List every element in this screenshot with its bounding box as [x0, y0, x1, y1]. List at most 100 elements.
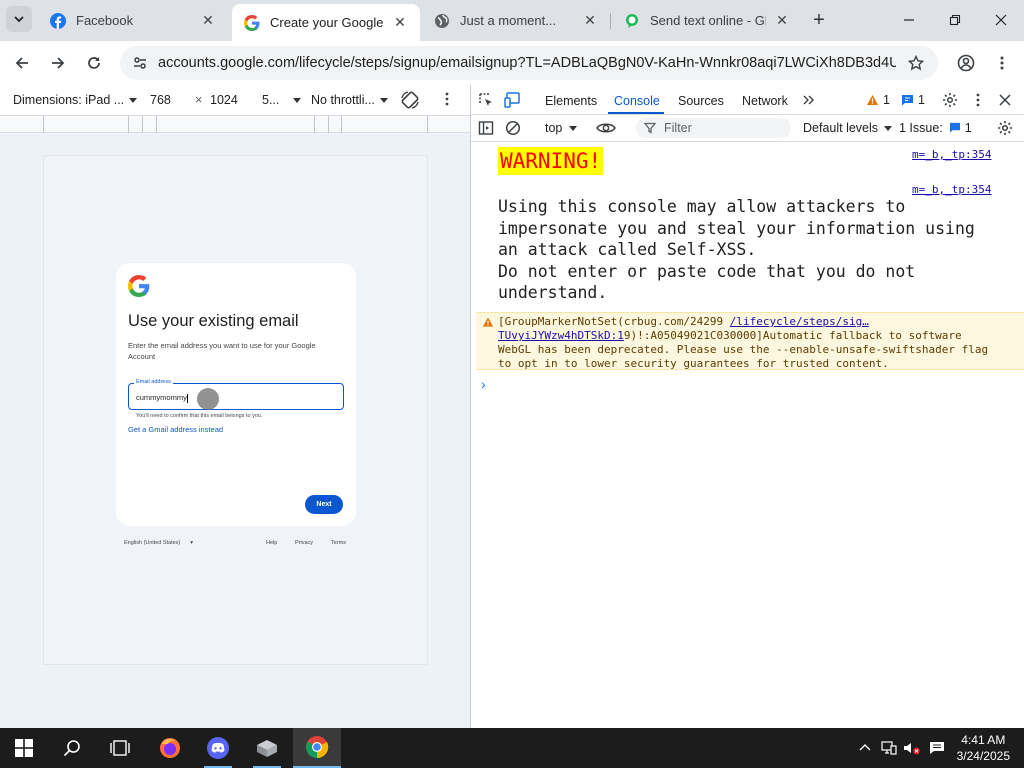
volume-muted-icon: [904, 743, 920, 755]
forward-button[interactable]: [44, 49, 72, 77]
device-width-input[interactable]: 768: [150, 93, 171, 107]
context-label: top: [545, 121, 563, 135]
close-window-button[interactable]: [986, 8, 1016, 32]
profile-button[interactable]: [952, 49, 980, 77]
self-xss-message-line: Do not enter or paste code that you do n…: [498, 261, 916, 303]
devtools-more-vert-icon[interactable]: [969, 91, 987, 109]
tab-facebook[interactable]: Facebook ✕: [38, 4, 228, 37]
issues-button[interactable]: 1 Issue: 1: [899, 121, 972, 135]
live-expression-eye-icon[interactable]: [595, 119, 617, 137]
close-icon[interactable]: ✕: [774, 12, 790, 29]
taskbar-chrome[interactable]: [293, 728, 341, 768]
task-view-button[interactable]: [96, 728, 144, 768]
show-hidden-icons-button[interactable]: [856, 740, 874, 756]
close-icon[interactable]: ✕: [582, 12, 598, 29]
taskbar-search-button[interactable]: [48, 728, 96, 768]
devtools-settings-gear-icon[interactable]: [941, 91, 959, 109]
rotate-button[interactable]: [400, 90, 420, 113]
close-icon: [995, 14, 1007, 26]
touch-cursor-indicator: [197, 388, 219, 410]
network-tray-button[interactable]: [880, 740, 898, 756]
console-prompt-chevron-icon[interactable]: ›: [481, 376, 486, 392]
active-tab-indicator: [608, 112, 664, 114]
tab-console[interactable]: Console: [614, 94, 660, 108]
taskbar-firefox[interactable]: [146, 728, 194, 768]
close-icon[interactable]: ✕: [200, 12, 216, 29]
devtools-panel: Elements Console Sources Network 1 1 top…: [471, 85, 1024, 728]
text-caret: [186, 393, 188, 403]
media-query-ruler: [0, 116, 470, 133]
tab-network[interactable]: Network: [742, 94, 788, 108]
caret-down-icon: ▾: [190, 540, 194, 546]
email-field-label: Email address: [134, 379, 173, 385]
minimize-button[interactable]: [894, 8, 924, 32]
device-toolbar-more-button[interactable]: [440, 92, 454, 109]
terms-link[interactable]: Terms: [331, 540, 346, 546]
gmail-address-link[interactable]: Get a Gmail address instead: [128, 425, 223, 434]
ruler-tick: [427, 116, 428, 133]
restore-button[interactable]: [940, 8, 970, 32]
sidebar-toggle-icon[interactable]: [477, 119, 495, 137]
browser-toolbar: accounts.google.com/lifecycle/steps/sign…: [0, 41, 1024, 85]
messages-counter[interactable]: 1: [898, 91, 928, 109]
start-button[interactable]: [0, 728, 48, 768]
privacy-link[interactable]: Privacy: [295, 540, 313, 546]
console-warning-row[interactable]: [GroupMarkerNotSet(crbug.com/24299 /life…: [476, 312, 1024, 370]
address-bar[interactable]: accounts.google.com/lifecycle/steps/sign…: [120, 46, 938, 80]
arrow-right-icon: [52, 57, 65, 69]
context-select[interactable]: top: [545, 121, 578, 135]
console-filter-input[interactable]: Filter: [636, 118, 791, 138]
help-link[interactable]: Help: [266, 540, 277, 546]
device-dimensions-select[interactable]: Dimensions: iPad ...: [13, 93, 138, 107]
system-clock[interactable]: 4:41 AM 3/24/2025: [957, 732, 1010, 764]
arrow-left-icon: [15, 57, 28, 69]
taskbar-app[interactable]: [243, 728, 291, 768]
console-settings-gear-icon[interactable]: [996, 119, 1014, 137]
throttle-select[interactable]: No throttli...: [311, 93, 388, 107]
tab-title: Send text online - Glo: [650, 13, 766, 28]
bookmark-star-icon[interactable]: [906, 53, 926, 73]
tab-search-button[interactable]: [6, 6, 32, 32]
chevron-up-icon: [859, 744, 871, 751]
language-select[interactable]: English (United States) ▾: [124, 540, 193, 546]
inspect-element-icon[interactable]: [477, 91, 495, 109]
tab-just-a-moment[interactable]: Just a moment... ✕: [422, 4, 610, 37]
email-field[interactable]: Email address cummymommy: [128, 379, 344, 410]
browser-menu-button[interactable]: [988, 49, 1016, 77]
more-tabs-chevron-icon[interactable]: [800, 91, 818, 109]
new-tab-button[interactable]: +: [808, 9, 830, 31]
device-height-input[interactable]: 1024: [210, 93, 238, 107]
tab-send-text-online[interactable]: Send text online - Glo ✕: [612, 4, 802, 37]
windows-taskbar: 4:41 AM 3/24/2025: [0, 728, 1024, 768]
reload-button[interactable]: [80, 49, 108, 77]
tab-elements[interactable]: Elements: [545, 94, 597, 108]
devtools-close-icon[interactable]: [996, 91, 1014, 109]
more-vert-icon: [1000, 56, 1004, 70]
console-source-link[interactable]: m=_b,_tp:354: [912, 183, 991, 196]
log-levels-label: Default levels: [803, 121, 879, 135]
issues-label: 1 Issue:: [899, 121, 943, 135]
clear-console-icon[interactable]: [504, 119, 522, 137]
notification-icon: [930, 742, 944, 754]
console-output[interactable]: m=_b,_tp:354 WARNING! m=_b,_tp:354 Using…: [471, 142, 1024, 728]
notifications-button[interactable]: [928, 740, 946, 756]
close-icon[interactable]: ✕: [392, 14, 408, 31]
self-xss-warning-message: Using this console may allow attackers t…: [498, 196, 998, 304]
warnings-counter[interactable]: 1: [863, 91, 893, 109]
log-levels-select[interactable]: Default levels: [803, 121, 893, 135]
tab-create-google-account[interactable]: Create your Google Ac ✕: [232, 4, 420, 41]
back-button[interactable]: [8, 49, 36, 77]
zoom-select[interactable]: 5...: [262, 93, 302, 107]
site-info-icon[interactable]: [130, 53, 150, 73]
volume-tray-button[interactable]: [903, 740, 921, 756]
console-filter-bar: top Filter Default levels 1 Issue: 1: [471, 115, 1024, 142]
caret-down-icon: [129, 98, 138, 104]
console-source-link[interactable]: m=_b,_tp:354: [912, 148, 991, 161]
warning-count: 1: [883, 93, 890, 107]
warning-triangle-icon: [867, 95, 879, 105]
next-button[interactable]: Next: [305, 495, 343, 514]
devtools-tab-bar: Elements Console Sources Network 1 1: [471, 85, 1024, 115]
device-toggle-icon[interactable]: [504, 91, 522, 109]
tab-sources[interactable]: Sources: [678, 94, 724, 108]
taskbar-discord[interactable]: [194, 728, 242, 768]
